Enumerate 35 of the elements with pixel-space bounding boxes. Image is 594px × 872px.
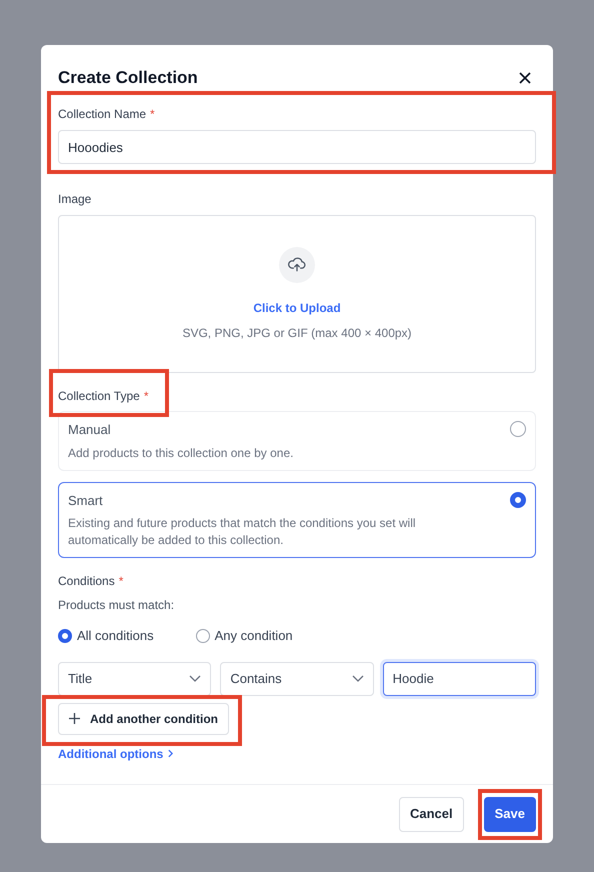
hint-text: Products must match: bbox=[58, 597, 176, 614]
required-mark: * bbox=[118, 573, 124, 590]
radio-button[interactable] bbox=[510, 492, 526, 508]
option-description: Add products to this collection one by one. bbox=[68, 444, 294, 462]
option-card[interactable]: Smart Existing and future products that match the conditions you set will automatically be added to this collection. bbox=[58, 482, 536, 558]
plus-icon bbox=[69, 713, 80, 724]
cancel-button[interactable]: Cancel bbox=[398, 796, 464, 832]
field-label: Conditions bbox=[58, 573, 115, 590]
radio-option[interactable]: Any condition bbox=[196, 626, 293, 646]
radio-button[interactable] bbox=[510, 421, 526, 437]
option-title: Smart bbox=[68, 492, 104, 510]
chevron-right-icon bbox=[168, 749, 174, 758]
option-description: Existing and future products that match the conditions you set will automatically be added to this collection. bbox=[68, 515, 417, 549]
additional-options-link[interactable]: Additional options bbox=[58, 744, 174, 762]
field-label: Image bbox=[58, 191, 92, 208]
text-input[interactable]: Hooodies bbox=[58, 130, 536, 164]
option-title: Manual bbox=[68, 421, 112, 439]
select-field[interactable]: Contains bbox=[220, 662, 374, 696]
required-mark: * bbox=[144, 388, 148, 405]
radio-option[interactable]: All conditions bbox=[58, 626, 154, 646]
add-condition-button[interactable]: Add another condition bbox=[58, 702, 229, 734]
dialog-title: Create Collection bbox=[58, 67, 198, 90]
save-button[interactable]: Save bbox=[484, 796, 536, 832]
upload-icon bbox=[279, 246, 315, 282]
upload-link[interactable]: Click to Upload bbox=[253, 298, 341, 316]
upload-hint: SVG, PNG, JPG or GIF (max 400 × 400px) bbox=[182, 324, 412, 342]
field-label: Collection Name bbox=[58, 106, 146, 123]
close-button[interactable] bbox=[517, 70, 533, 86]
field-label: Collection Type bbox=[58, 388, 140, 405]
chevron-down-icon bbox=[352, 674, 364, 682]
select-field[interactable]: Title bbox=[58, 662, 212, 696]
chevron-down-icon bbox=[189, 674, 202, 682]
required-mark: * bbox=[150, 106, 155, 123]
option-card[interactable]: Manual Add products to this collection one by one. bbox=[58, 411, 536, 470]
upload-area[interactable]: Click to Upload SVG, PNG, JPG or GIF (max 400 × 400px) bbox=[58, 215, 536, 373]
